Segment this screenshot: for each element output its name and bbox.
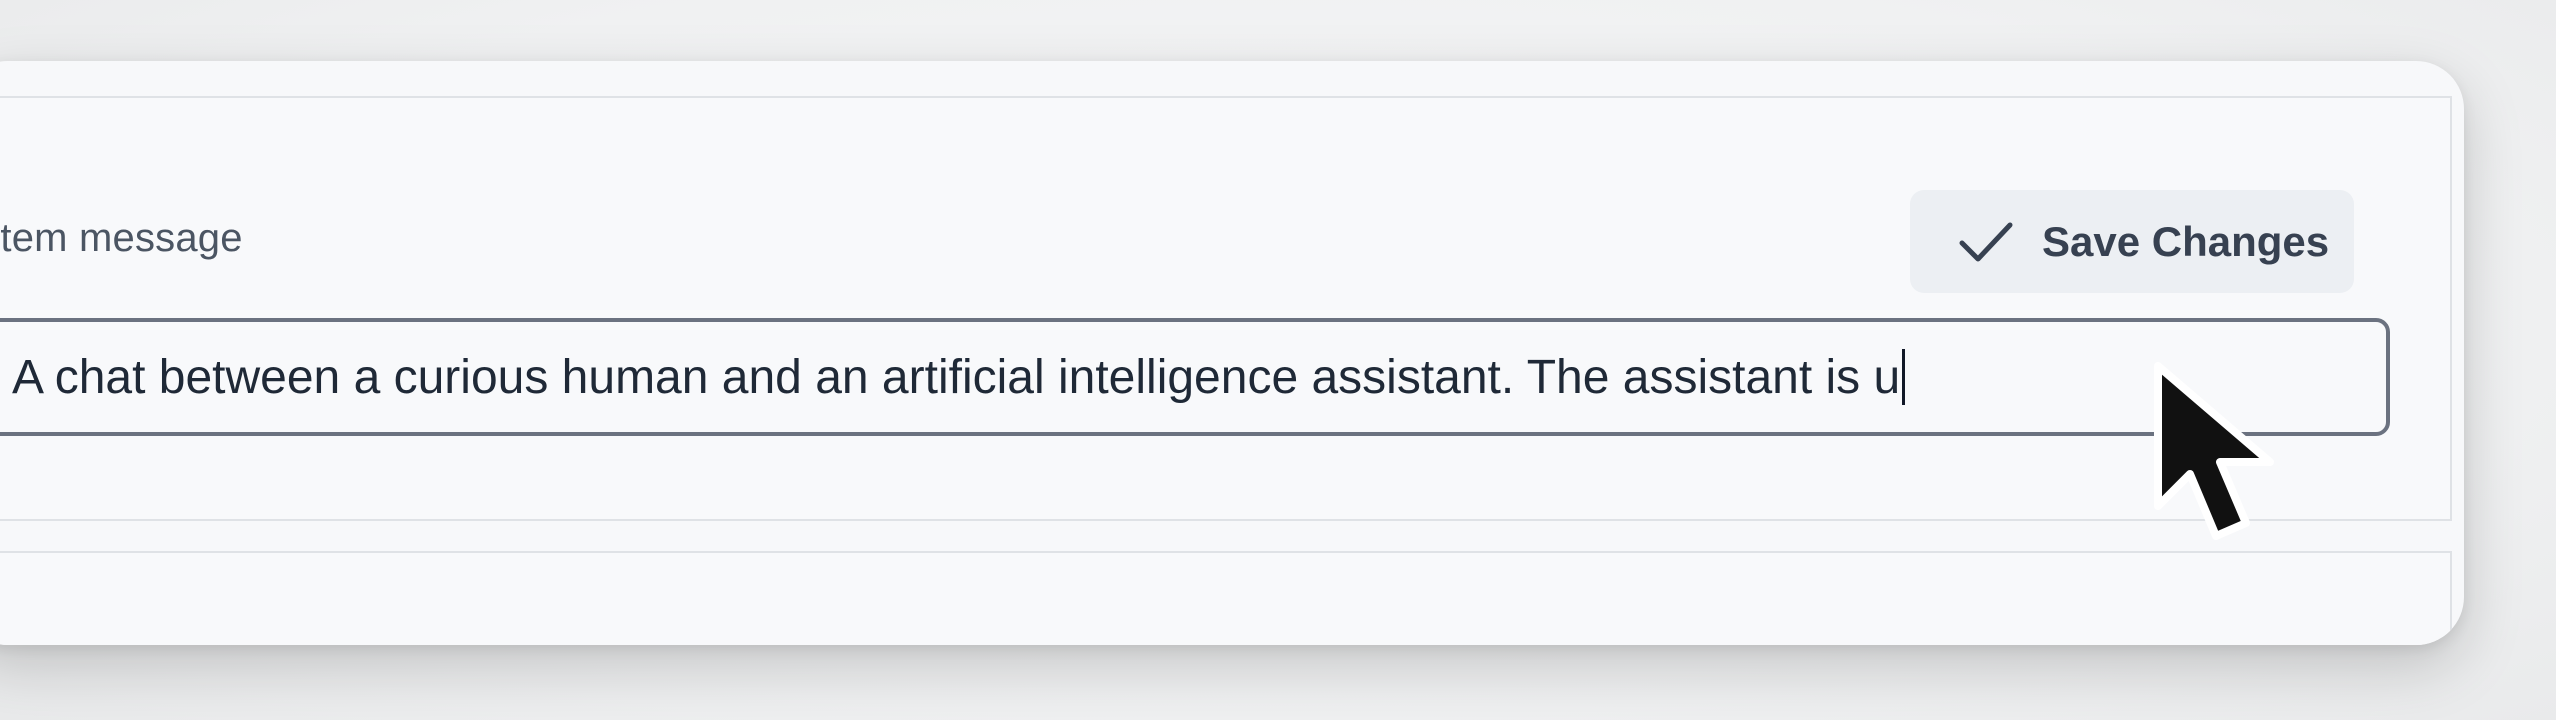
screen: ystem message Save Changes A chat betwee… (0, 0, 2556, 720)
system-message-value: A chat between a curious human and an ar… (12, 350, 1901, 404)
lower-panel (0, 551, 2452, 645)
system-message-input[interactable]: A chat between a curious human and an ar… (0, 318, 2390, 436)
settings-card: ystem message Save Changes A chat betwee… (0, 61, 2464, 645)
text-caret (1902, 349, 1906, 405)
mouse-pointer-icon (2150, 358, 2290, 568)
system-message-label: ystem message (0, 216, 243, 260)
save-changes-label: Save Changes (2042, 217, 2330, 265)
save-changes-button[interactable]: Save Changes (1910, 190, 2354, 293)
check-icon (1956, 212, 2016, 272)
system-message-panel: ystem message Save Changes A chat betwee… (0, 96, 2452, 521)
